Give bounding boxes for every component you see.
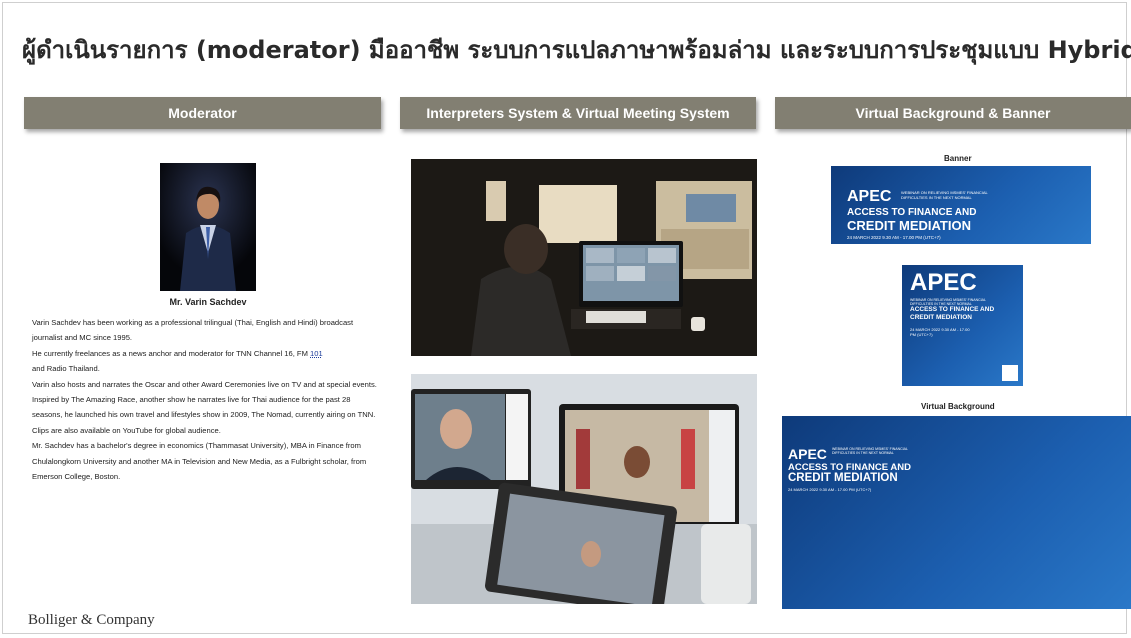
banner-date: 24 MARCH 2022 9.30 AM - 17.00 PM (UTC+7) [910, 327, 970, 337]
bio-paragraph: Clips are also available on YouTube for … [32, 425, 221, 435]
bio-paragraph: Varin also hosts and narrates the Oscar … [32, 379, 377, 420]
bio-paragraph: Varin Sachdev has been working as a prof… [32, 318, 354, 343]
moderator-name: Mr. Varin Sachdev [169, 297, 247, 307]
banner-line2: CREDIT MEDIATION [910, 314, 972, 321]
company-logo: Bolliger & Company [28, 612, 155, 628]
banner-date: 24 MARCH 2022 9.30 AM - 17.00 PM (UTC+7) [788, 487, 872, 492]
banner-apec: APEC [788, 446, 827, 462]
banner-line2: CREDIT MEDIATION [788, 472, 898, 484]
qr-code [1002, 365, 1018, 381]
moderator-header: Moderator [24, 97, 381, 129]
moderator-portrait [160, 163, 256, 291]
interpreter-booth-photo [411, 159, 757, 356]
virtual-meeting-photo [411, 374, 757, 604]
banner-line1: ACCESS TO FINANCE AND [910, 306, 995, 313]
banner-line1: ACCESS TO FINANCE AND [847, 207, 977, 218]
banner-subtitle: WEBINAR ON RELIEVING MSMES' FINANCIAL DI… [910, 298, 986, 306]
moderator-bio: Varin Sachdev has been working as a prof… [32, 315, 377, 484]
banner-wide: APEC WEBINAR ON RELIEVING MSMES' FINANCI… [831, 166, 1091, 244]
bio-paragraph: He currently freelances as a news anchor… [32, 348, 323, 374]
banner-date: 24 MARCH 2022 9.30 AM - 17.00 PM (UTC+7) [847, 235, 941, 240]
interpreters-header: Interpreters System & Virtual Meeting Sy… [400, 97, 756, 129]
virtual-header: Virtual Background & Banner [775, 97, 1131, 129]
banner-label: Banner [944, 154, 972, 163]
banner-apec: APEC [847, 188, 892, 205]
banner-subtitle: WEBINAR ON RELIEVING MSMES' FINANCIAL DI… [832, 447, 908, 455]
banner-subtitle: WEBINAR ON RELIEVING MSMES' FINANCIAL DI… [901, 190, 988, 200]
banner-square: APEC WEBINAR ON RELIEVING MSMES' FINANCI… [902, 265, 1023, 386]
bio-paragraph: Mr. Sachdev has a bachelor's degree in e… [32, 441, 367, 482]
banner-line2: CREDIT MEDIATION [847, 218, 971, 233]
virtual-background: APEC WEBINAR ON RELIEVING MSMES' FINANCI… [782, 416, 1131, 609]
banner-apec: APEC [910, 269, 977, 296]
bio-link[interactable]: 101 [310, 349, 323, 358]
page-title: ผู้ดำเนินรายการ (moderator) มืออาชีพ ระบ… [22, 36, 1131, 64]
virtual-bg-label: Virtual Background [921, 402, 995, 411]
